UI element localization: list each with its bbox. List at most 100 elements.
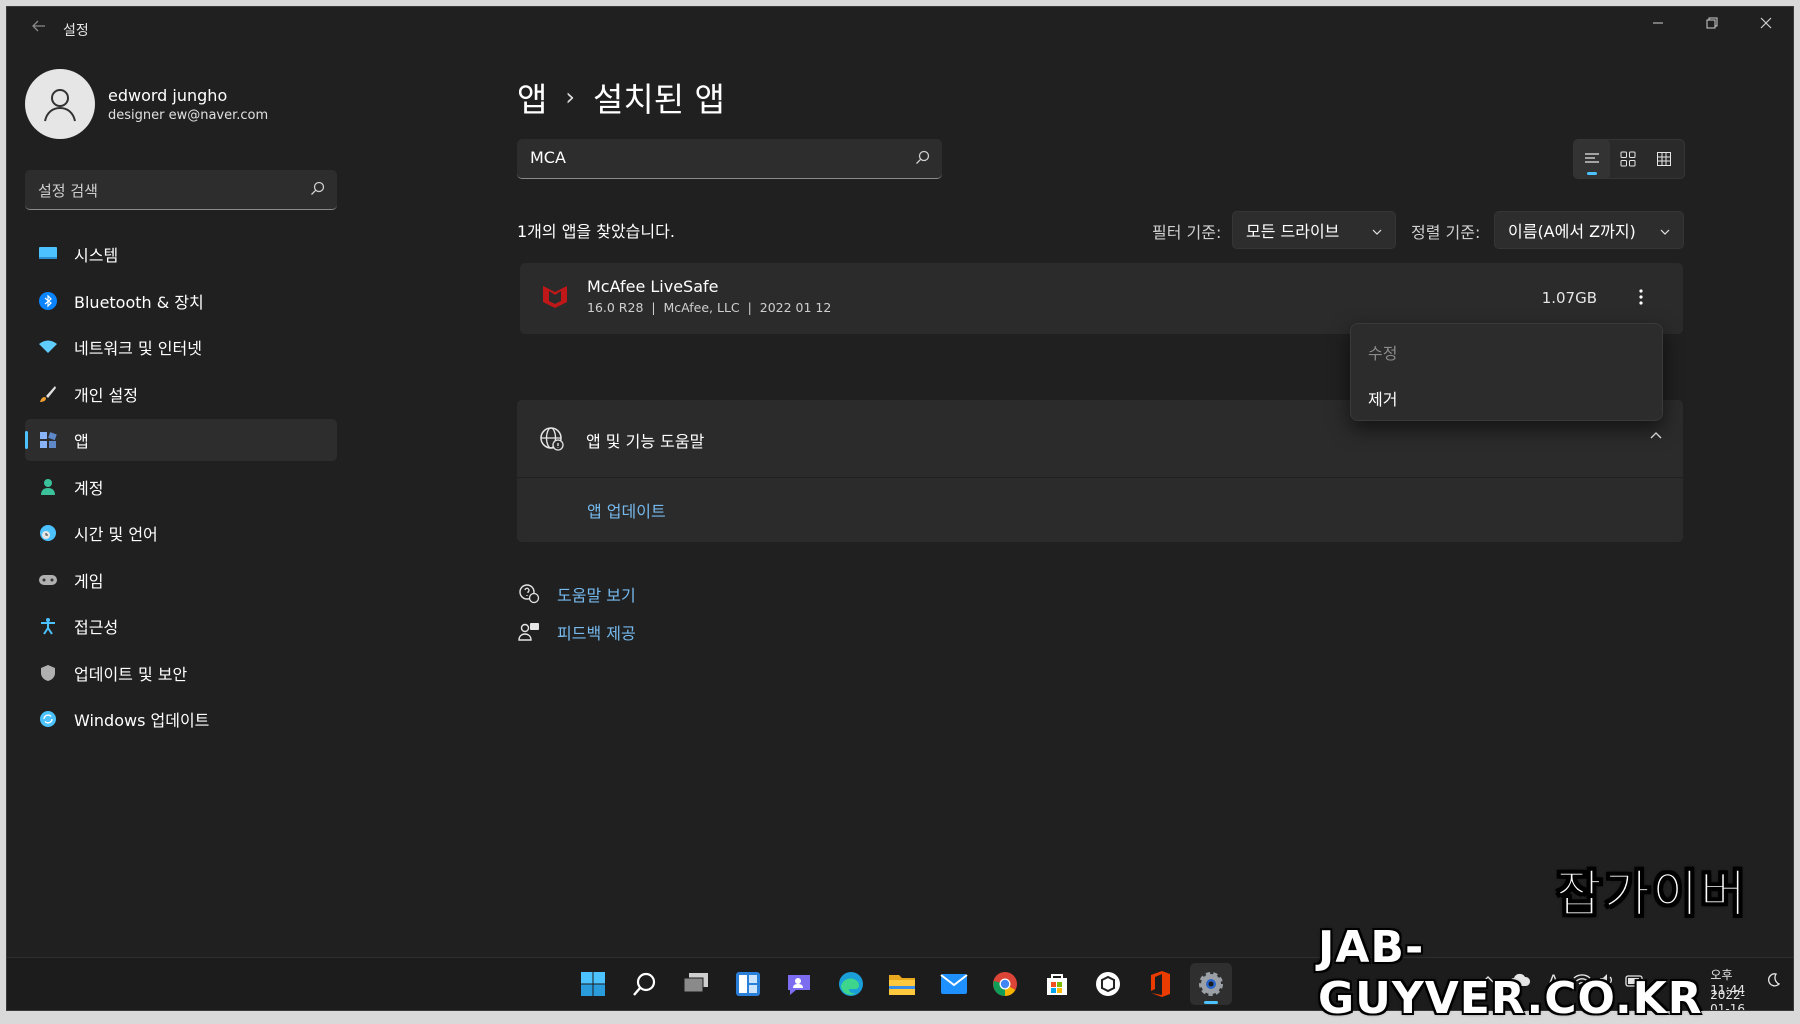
app-name: McAfee LiveSafe [587, 277, 719, 296]
sidebar-item-label: Bluetooth & 장치 [74, 292, 204, 312]
chat-icon [788, 975, 810, 995]
search-icon [632, 972, 655, 996]
settings-search-input[interactable]: 설정 검색 [25, 170, 337, 210]
app-search-input[interactable]: MCA [517, 139, 942, 179]
edge-icon [838, 972, 863, 996]
globe-clock-icon [38, 523, 58, 543]
sidebar-item-label: 개인 설정 [74, 385, 138, 405]
filter-value: 모든 드라이브 [1246, 222, 1340, 241]
sidebar-item-accessibility[interactable]: 접근성 [25, 605, 337, 647]
sidebar-item-time-language[interactable]: 시간 및 언어 [25, 512, 337, 554]
store-button[interactable] [1036, 963, 1078, 1005]
get-help-link[interactable]: 도움말 보기 [517, 582, 636, 606]
restore-button[interactable] [1685, 7, 1739, 43]
search-icon [915, 150, 930, 169]
sidebar-item-update-security[interactable]: 업데이트 및 보안 [25, 652, 337, 694]
edge-button[interactable] [830, 963, 872, 1005]
taskbar-apps [572, 963, 1242, 1005]
back-button[interactable] [25, 17, 53, 41]
gamepad-icon [38, 570, 58, 590]
help-section: 앱 및 기능 도움말 앱 업데이트 [517, 400, 1683, 542]
app-launcher-button[interactable] [1087, 963, 1129, 1005]
office-icon [1150, 971, 1170, 997]
apps-icon [38, 430, 58, 450]
feedback-link[interactable]: 피드백 제공 [517, 620, 636, 644]
task-view-button[interactable] [675, 963, 717, 1005]
windows-logo-icon [581, 972, 605, 996]
window-title: 설정 [63, 23, 89, 39]
close-button[interactable] [1739, 7, 1793, 43]
minimize-icon [1653, 22, 1663, 24]
minimize-button[interactable] [1631, 7, 1685, 43]
breadcrumb-separator: › [565, 83, 575, 111]
more-options-button[interactable] [1629, 283, 1653, 311]
accessibility-icon [38, 616, 58, 636]
sidebar-item-gaming[interactable]: 게임 [25, 559, 337, 601]
mcafee-logo-icon [540, 280, 570, 314]
user-email: designer ew@naver.com [108, 108, 269, 123]
sidebar-item-apps[interactable]: 앱 [25, 419, 337, 461]
office-button[interactable] [1139, 963, 1181, 1005]
task-view-icon [683, 973, 708, 993]
settings-taskbar-button[interactable] [1190, 963, 1232, 1005]
uninstall-menu-item[interactable]: 제거 [1368, 386, 1397, 410]
sidebar-item-label: 업데이트 및 보안 [74, 664, 188, 684]
watermark-url: JAB-GUYVER.CO.KR [1318, 922, 1703, 1024]
close-icon [1760, 17, 1772, 29]
list-view-icon [1585, 153, 1599, 163]
app-update-link[interactable]: 앱 업데이트 [587, 498, 666, 522]
chrome-button[interactable] [984, 963, 1026, 1005]
sidebar-item-windows-update[interactable]: Windows 업데이트 [25, 698, 337, 740]
sidebar-item-bluetooth[interactable]: Bluetooth & 장치 [25, 280, 337, 322]
mail-button[interactable] [933, 963, 975, 1005]
filter-label: 필터 기준: [1152, 223, 1222, 242]
modify-menu-item[interactable]: 수정 [1368, 340, 1397, 364]
avatar[interactable] [25, 69, 95, 139]
brush-icon [38, 384, 58, 404]
list-view-button[interactable] [1574, 140, 1610, 178]
feedback-icon [517, 622, 541, 642]
widgets-button[interactable] [727, 963, 769, 1005]
gear-icon [1199, 972, 1223, 996]
search-taskbar-button[interactable] [624, 963, 666, 1005]
settings-search-placeholder: 설정 검색 [38, 182, 98, 200]
grid-view-icon [1657, 152, 1671, 166]
tile-view-button[interactable] [1610, 140, 1646, 178]
app-size: 1.07GB [1541, 289, 1597, 307]
shield-icon [38, 663, 58, 683]
sidebar-item-label: 접근성 [74, 618, 119, 637]
grid-view-button[interactable] [1646, 140, 1682, 178]
sidebar-item-personalization[interactable]: 개인 설정 [25, 373, 337, 415]
divider [517, 477, 1683, 478]
sidebar-nav: 시스템 Bluetooth & 장치 네트워크 및 인터넷 개인 설정 앱 계정… [25, 233, 337, 745]
page-title: 설치된 앱 [592, 80, 725, 119]
mail-icon [939, 974, 968, 994]
sidebar-item-network[interactable]: 네트워크 및 인터넷 [25, 326, 337, 368]
bluetooth-icon [38, 291, 58, 311]
sidebar-item-label: 시간 및 언어 [74, 525, 158, 544]
title-bar: 설정 [7, 7, 1793, 53]
user-name: edword jungho [108, 86, 228, 105]
sidebar-item-label: 게임 [74, 571, 104, 591]
sidebar-item-accounts[interactable]: 계정 [25, 466, 337, 508]
breadcrumb: 앱 › 설치된 앱 [517, 73, 725, 121]
sort-value: 이름(A에서 Z까지) [1508, 222, 1636, 241]
sort-label: 정렬 기준: [1411, 223, 1481, 242]
chevron-up-icon[interactable] [1649, 428, 1663, 447]
file-explorer-button[interactable] [881, 963, 923, 1005]
context-menu: 수정 제거 [1350, 323, 1663, 421]
view-toggle [1573, 139, 1685, 179]
chevron-down-icon [1371, 223, 1383, 242]
start-button[interactable] [572, 963, 614, 1005]
chat-button[interactable] [778, 963, 820, 1005]
app-search-value: MCA [530, 148, 566, 167]
sidebar-item-system[interactable]: 시스템 [25, 233, 337, 275]
feedback-label: 피드백 제공 [557, 624, 636, 643]
sort-dropdown[interactable]: 이름(A에서 Z까지) [1494, 211, 1684, 249]
help-title[interactable]: 앱 및 기능 도움말 [586, 428, 704, 452]
breadcrumb-parent[interactable]: 앱 [517, 73, 547, 121]
result-count: 1개의 앱을 찾았습니다. [517, 222, 675, 241]
wifi-icon [38, 337, 58, 357]
filter-dropdown[interactable]: 모든 드라이브 [1232, 211, 1396, 249]
help-chat-icon [517, 584, 541, 604]
